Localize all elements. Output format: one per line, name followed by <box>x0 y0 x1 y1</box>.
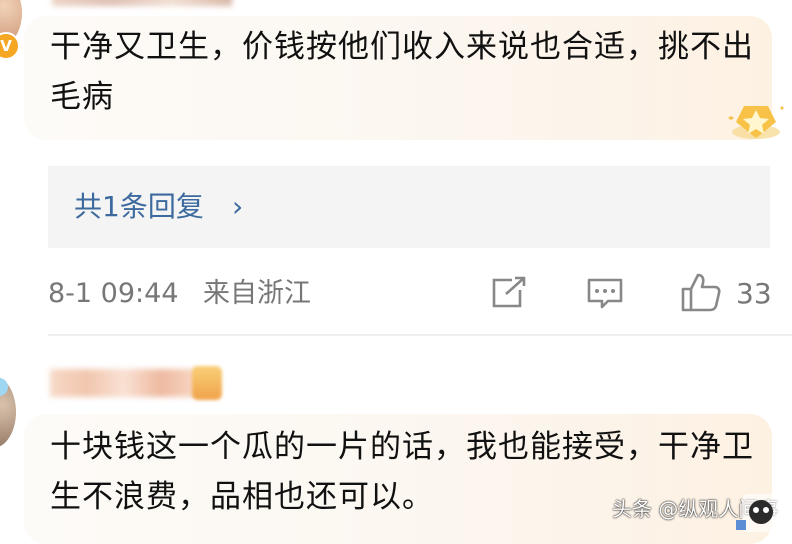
divider <box>48 334 792 336</box>
level-badge-icon <box>192 366 222 400</box>
watermark-logo-icon <box>736 494 780 532</box>
share-icon[interactable] <box>490 276 528 310</box>
thumbs-up-icon[interactable] <box>680 271 722 313</box>
reply-count-link[interactable]: 共1条回复 <box>74 186 204 228</box>
chevron-right-icon[interactable]: › <box>232 186 243 228</box>
comment-icon[interactable] <box>586 277 624 311</box>
username-blurred[interactable] <box>50 369 198 397</box>
comment-text: 干净又卫生，价钱按他们收入来说也合适，挑不出毛病 <box>50 29 754 115</box>
comment-location: 来自浙江 <box>203 278 311 309</box>
star-badge-icon <box>728 106 784 139</box>
username-blurred[interactable] <box>52 0 232 6</box>
like-count: 33 <box>736 277 772 310</box>
verified-v-icon: V <box>0 32 20 60</box>
comment-timestamp: 8-1 09:44 <box>48 278 179 309</box>
